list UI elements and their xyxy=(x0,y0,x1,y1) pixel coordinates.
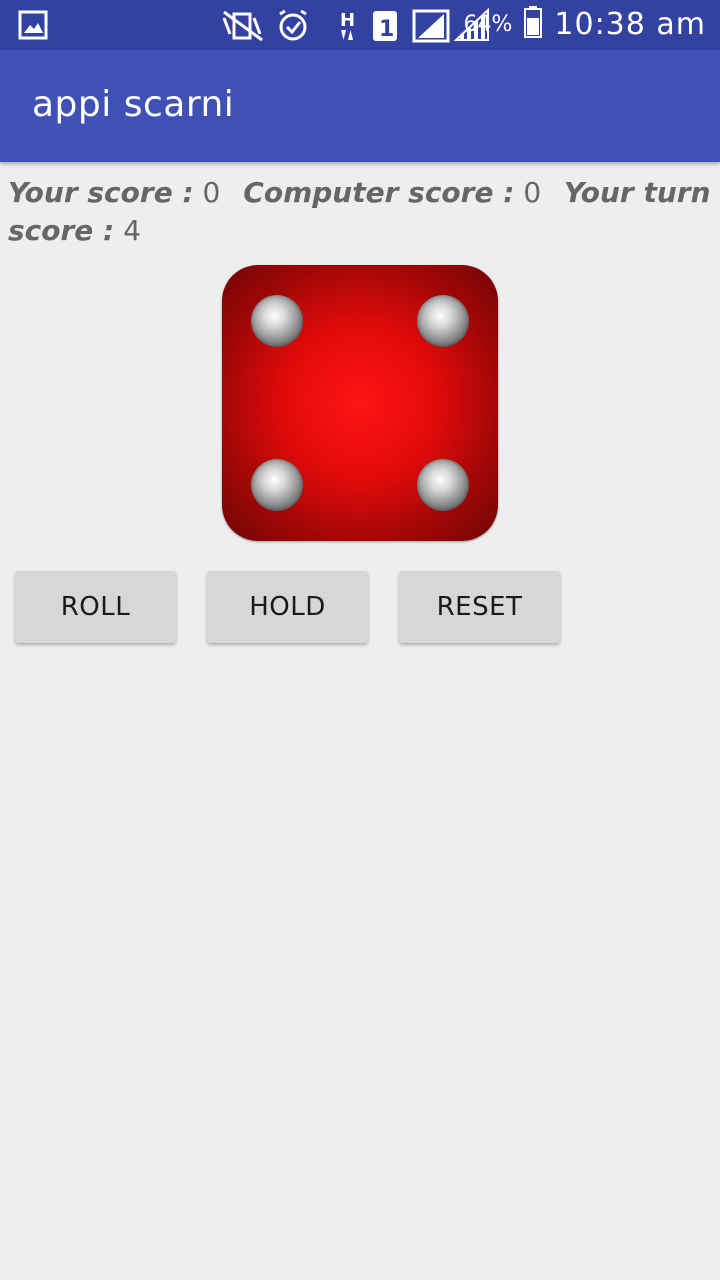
clock: 10:38 am xyxy=(554,6,706,42)
app-title: appi scarni xyxy=(32,84,235,125)
status-bar: H 1 64% 10:38 am xyxy=(0,0,720,50)
computer-score-label: Computer score : xyxy=(243,176,515,209)
dice-image xyxy=(222,265,498,541)
your-score-label: Your score : xyxy=(8,176,194,209)
signal-icon xyxy=(412,9,450,43)
status-icons: H 1 xyxy=(220,7,490,48)
dice-pip xyxy=(417,295,469,347)
score-line: Your score : 0 Computer score : 0 Your t… xyxy=(8,174,714,250)
dice-pip xyxy=(251,295,303,347)
data-arrows-icon: H xyxy=(340,10,355,40)
battery-icon xyxy=(524,6,543,42)
vibrate-icon xyxy=(222,10,263,42)
gallery-icon xyxy=(18,10,48,44)
dice-pip xyxy=(251,459,303,511)
your-score-value: 0 xyxy=(202,176,221,209)
app-bar: appi scarni xyxy=(0,50,720,162)
dice-pip xyxy=(417,459,469,511)
roll-button[interactable]: ROLL xyxy=(15,571,176,643)
reset-button[interactable]: RESET xyxy=(399,571,560,643)
battery-percent: 64% xyxy=(463,11,513,37)
hold-button[interactable]: HOLD xyxy=(207,571,368,643)
sim-icon: 1 xyxy=(373,11,397,42)
alarm-icon xyxy=(279,9,307,41)
svg-text:1: 1 xyxy=(379,17,394,42)
turn-score-value: 4 xyxy=(123,214,141,247)
computer-score-value: 0 xyxy=(523,176,542,209)
status-right: 64% 10:38 am xyxy=(463,6,706,42)
svg-text:H: H xyxy=(340,10,355,31)
